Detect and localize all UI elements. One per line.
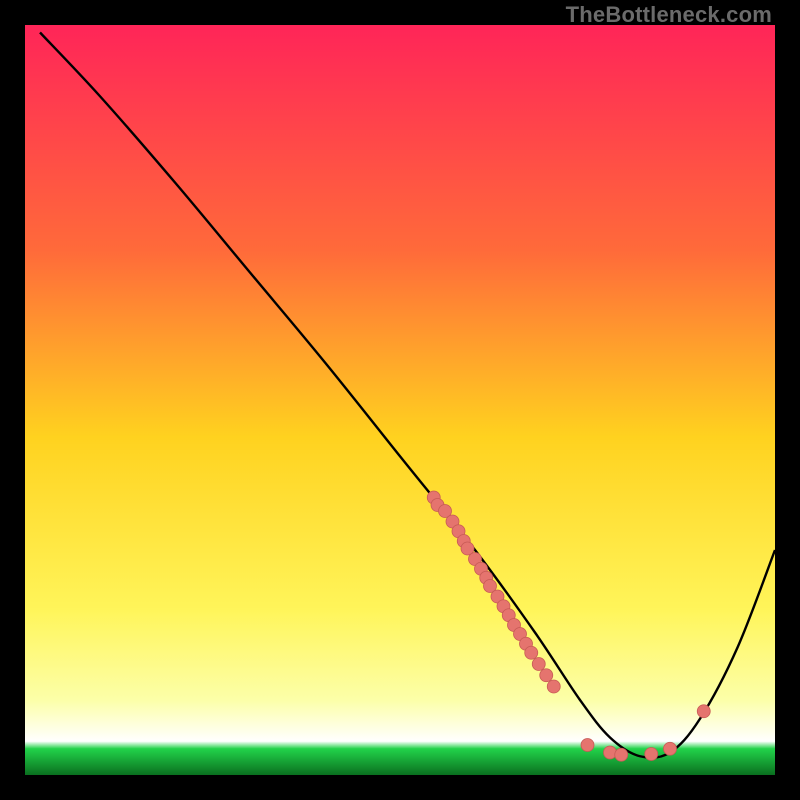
data-point: [604, 746, 617, 759]
data-point: [540, 669, 553, 682]
data-point: [532, 658, 545, 671]
data-point: [581, 739, 594, 752]
data-point: [697, 705, 710, 718]
stage: TheBottleneck.com: [0, 0, 800, 800]
data-point: [615, 748, 628, 761]
data-point: [645, 748, 658, 761]
data-point: [664, 742, 677, 755]
chart-plot: [25, 25, 775, 775]
data-point: [547, 680, 560, 693]
data-point: [525, 646, 538, 659]
